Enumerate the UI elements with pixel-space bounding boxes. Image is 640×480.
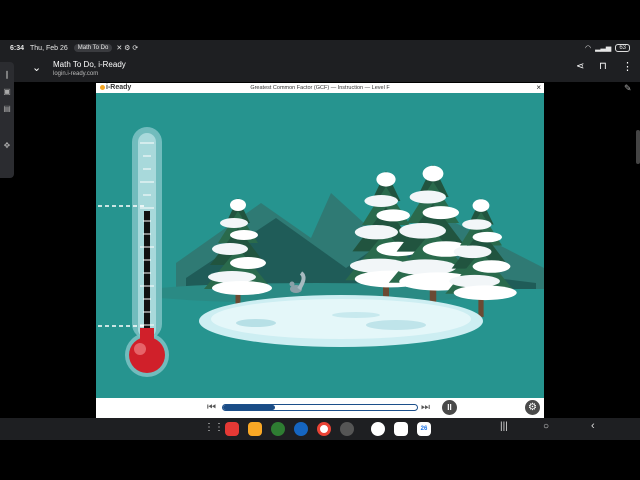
signal-icon: ▂▃▅ [595,45,612,52]
previous-icon[interactable]: ⏮ [207,402,216,413]
taskbar: ⋮⋮ 26 ||| ○ ‹ [0,418,640,440]
chevron-down-icon[interactable]: ⌄ [32,61,41,74]
side-tool-2-icon[interactable]: ▤ [0,104,14,113]
browser-url[interactable]: login.i-ready.com [53,71,98,77]
recents-icon[interactable]: ||| [500,421,508,432]
more-icon[interactable]: ⋮ [622,60,633,73]
bookmark-icon[interactable]: ⊓ [599,61,607,72]
device-screen: 6:34 Thu, Feb 26 Math To Do ✕ ⚙ ⟳ ◠ ▂▃▅ … [0,0,640,480]
side-toolbar: ∥ ▣ ▤ ✥ [0,62,14,178]
status-date: Thu, Feb 26 [30,44,68,52]
battery-icon: 63 [615,44,630,52]
app-shortcut-icon[interactable] [225,422,239,436]
iready-app: i-Ready Greatest Common Factor (GCF) — I… [96,83,544,418]
side-handle-icon[interactable]: ∥ [0,70,14,79]
pen-icon[interactable]: ✎ [624,83,632,94]
frozen-pond [199,295,483,347]
wifi-icon: ◠ [585,45,592,52]
pause-icon[interactable]: II [442,400,457,415]
phone-app-icon[interactable] [271,422,285,436]
winter-scene [96,127,544,398]
lesson-title: Greatest Common Factor (GCF) — Instructi… [250,85,390,91]
notification-icons: ✕ ⚙ ⟳ [116,45,139,52]
progress-bar[interactable] [222,404,418,411]
gmail-app-icon[interactable] [394,422,408,436]
edge-handle[interactable] [636,130,640,164]
camera-app-icon[interactable] [340,422,354,436]
google-app-icon[interactable] [371,422,385,436]
status-bar: 6:34 Thu, Feb 26 Math To Do ✕ ⚙ ⟳ ◠ ▂▃▅ … [0,40,640,56]
app-header: i-Ready Greatest Common Factor (GCF) — I… [96,83,544,93]
playback-controls: ⏮ ⏭ II ⚙ [96,398,544,418]
browser-toolbar: ‹ ⌄ Math To Do, i-Ready login.i-ready.co… [0,56,640,82]
status-time: 6:34 [10,44,25,52]
side-tool-icon[interactable]: ▣ [0,87,14,96]
settings-icon[interactable]: ⚙ [525,400,540,415]
messages-app-icon[interactable] [294,422,308,436]
notification-chip[interactable]: Math To Do [73,44,113,52]
browser-title: Math To Do, i-Ready [53,60,126,69]
chrome-app-icon[interactable] [317,422,331,436]
next-icon[interactable]: ⏭ [421,402,430,413]
app-grid-icon[interactable]: ⋮⋮ [204,422,224,436]
progress-fill [223,405,276,410]
nav-back-icon[interactable]: ‹ [591,420,595,432]
files-app-icon[interactable] [248,422,262,436]
home-icon[interactable]: ○ [543,421,549,432]
close-icon[interactable]: × [536,83,541,92]
lesson-scene [96,93,544,398]
calendar-app-icon[interactable]: 26 [417,422,431,436]
share-icon[interactable]: ⋖ [576,61,584,72]
system-icons: ◠ ▂▃▅ 63 [585,44,630,52]
move-icon[interactable]: ✥ [0,141,14,150]
